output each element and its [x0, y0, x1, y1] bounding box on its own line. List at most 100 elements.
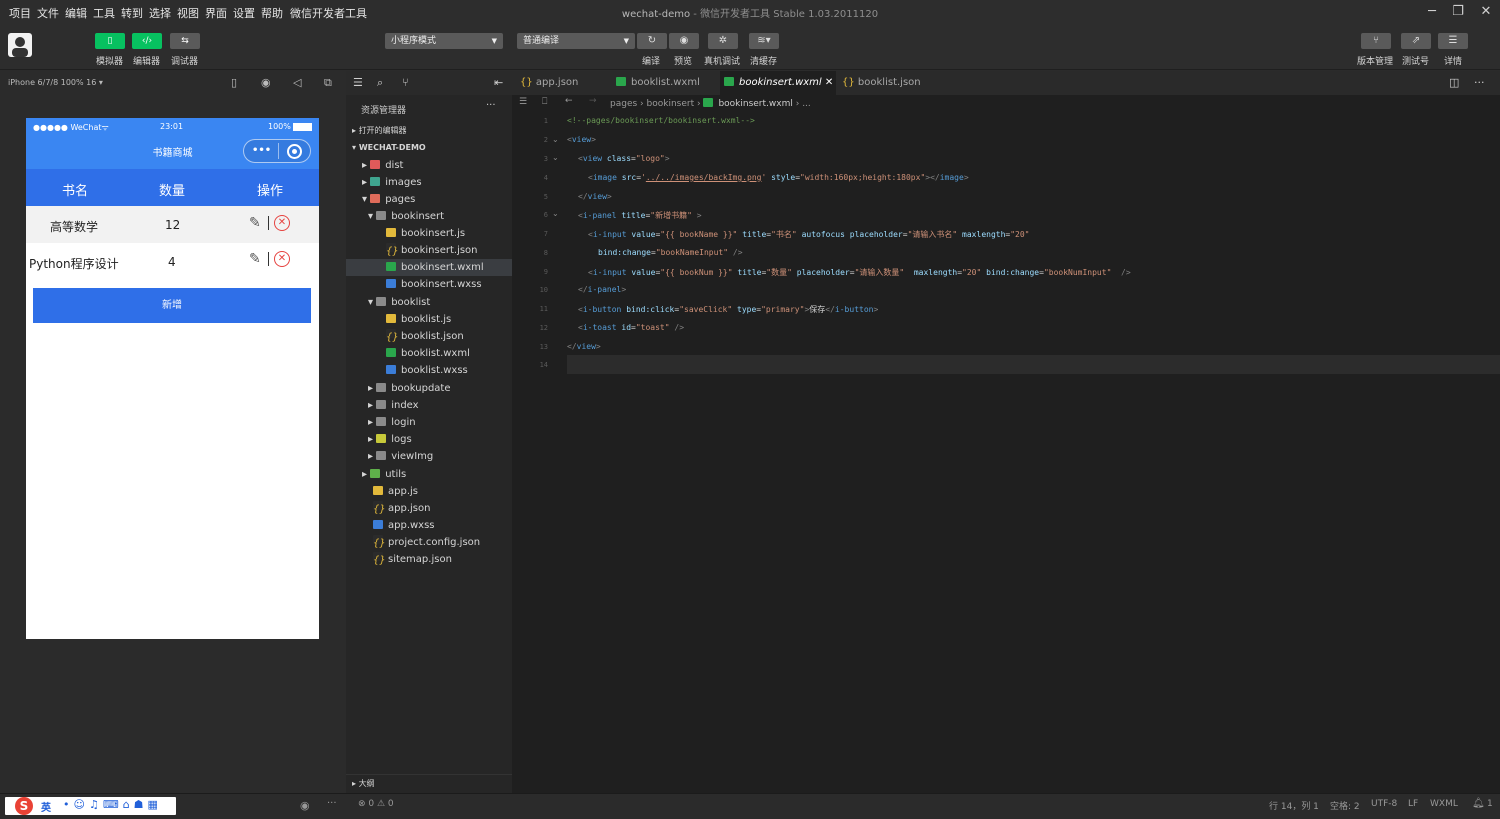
bell-icon[interactable]: 🔔︎ — [1472, 798, 1485, 809]
details-button[interactable]: ☰ — [1438, 33, 1468, 49]
phone-icon[interactable]: ▯ — [231, 76, 237, 89]
mode-select[interactable]: 小程序模式 ▼ — [385, 33, 503, 49]
avatar[interactable] — [8, 33, 32, 57]
simulator-header: iPhone 6/7/8 100% 16 ▾ ▯ ◉ ◁ ⧉ — [0, 71, 345, 95]
delete-icon[interactable]: ✕ — [274, 215, 290, 231]
sogou-icon[interactable]: S — [15, 797, 33, 815]
list-icon[interactable]: ☰ — [519, 97, 527, 107]
more-icon[interactable]: ••• — [252, 145, 271, 156]
problems-count[interactable]: ⊗ 0 ⚠ 0 — [358, 799, 394, 809]
add-button[interactable]: 新增 — [33, 288, 311, 323]
close-icon[interactable]: ✕ — [1476, 3, 1496, 21]
tab-booklist-json[interactable]: {} booklist.json — [836, 71, 936, 95]
popout-icon[interactable]: ⧉ — [324, 76, 332, 90]
compile-button[interactable]: ↻ — [637, 33, 667, 49]
forward-icon[interactable]: → — [589, 96, 597, 106]
tab-bookinsert-wxml[interactable]: bookinsert.wxml ✕ — [720, 71, 836, 95]
tree-item-logs[interactable]: ▸ logs — [346, 431, 512, 448]
tree-item-project-config[interactable]: {} project.config.json — [346, 534, 512, 551]
split-editor-icon[interactable]: ◫ — [1449, 76, 1459, 89]
tree-item-images[interactable]: ▸ images — [346, 174, 512, 191]
tree-item-bookinsert-wxss[interactable]: bookinsert.wxss — [346, 276, 512, 293]
simulator-toggle[interactable]: ▯ — [95, 33, 125, 49]
language-mode[interactable]: WXML — [1430, 799, 1458, 809]
cursor-position[interactable]: 行 14，列 1 — [1269, 799, 1319, 812]
project-section[interactable]: ▾ WECHAT-DEMO — [346, 139, 512, 156]
editor-toggle[interactable]: ‹/› — [132, 33, 162, 49]
restore-icon[interactable]: ❐ — [1448, 3, 1468, 21]
edit-icon[interactable]: ✎ — [249, 215, 261, 231]
more-icon[interactable]: ··· — [486, 100, 496, 111]
tree-item-index[interactable]: ▸ index — [346, 397, 512, 414]
preview-button[interactable]: ◉ — [669, 33, 699, 49]
tree-item-viewimg[interactable]: ▸ viewImg — [346, 448, 512, 465]
minimize-icon[interactable]: ─ — [1422, 3, 1442, 21]
menu-bar: 项目 文件 编辑 工具 转到 选择 视图 界面 设置 帮助 微信开发者工具 we… — [0, 0, 1500, 24]
sound-icon[interactable]: ◁ — [293, 76, 301, 89]
preview-label: 预览 — [674, 57, 693, 67]
more-icon[interactable]: ··· — [327, 798, 337, 809]
fold-icon: ⌄ — [552, 153, 559, 162]
indent-setting[interactable]: 空格: 2 — [1330, 799, 1360, 812]
eol[interactable]: LF — [1408, 799, 1418, 809]
tree-item-booklist-wxml[interactable]: booklist.wxml — [346, 345, 512, 362]
tree-item-app-json[interactable]: {} app.json — [346, 500, 512, 517]
clearcache-label: 清缓存 — [750, 57, 778, 67]
compile-select[interactable]: 普通编译 ▼ — [517, 33, 635, 49]
list-icon[interactable]: ☰ — [353, 76, 363, 89]
fold-icon: ⌄ — [552, 135, 559, 144]
tree-item-booklist-json[interactable]: {} booklist.json — [346, 328, 512, 345]
more-icon[interactable]: ··· — [1474, 76, 1485, 89]
tree-item-bookupdate[interactable]: ▸ bookupdate — [346, 380, 512, 397]
collapse-icon[interactable]: ⇤ — [494, 76, 503, 89]
search-icon[interactable]: ⌕ — [377, 76, 383, 90]
tree-item-booklist-js[interactable]: booklist.js — [346, 311, 512, 328]
book-count: 4 — [168, 255, 176, 269]
ime-lang[interactable]: 英 — [41, 799, 51, 814]
device-select[interactable]: iPhone 6/7/8 100% 16 ▾ — [8, 78, 103, 87]
eye-icon[interactable]: ◉ — [300, 799, 310, 812]
tab-booklist-wxml[interactable]: booklist.wxml — [612, 71, 720, 95]
header-count: 数量 — [159, 184, 186, 199]
bookmark-icon[interactable]: ⎕ — [542, 97, 547, 107]
version-button[interactable]: ⑂ — [1361, 33, 1391, 49]
table-row: 高等数学 12 ✎ ✕ — [26, 206, 319, 243]
tree-item-bookinsert[interactable]: ▾ bookinsert — [346, 208, 512, 225]
open-editors-section[interactable]: ▸ 打开的编辑器 — [346, 122, 512, 139]
tree-item-booklist-wxss[interactable]: booklist.wxss — [346, 362, 512, 379]
git-icon[interactable]: ⑂ — [402, 76, 409, 89]
tree-item-dist[interactable]: ▸ dist — [346, 157, 512, 174]
tree-item-login[interactable]: ▸ login — [346, 414, 512, 431]
tree-item-booklist[interactable]: ▾ booklist — [346, 294, 512, 311]
ime-tools-icons[interactable]: •☺♫⌨⌂☗▦ — [63, 798, 162, 811]
edit-icon[interactable]: ✎ — [249, 251, 261, 267]
tab-app-json[interactable]: {} app.json — [512, 71, 612, 95]
back-icon[interactable]: ← — [565, 96, 573, 106]
encoding[interactable]: UTF-8 — [1371, 799, 1397, 809]
mode-select-value: 小程序模式 — [391, 36, 437, 46]
debugger-toggle[interactable]: ⇆ — [170, 33, 200, 49]
json-icon: {} — [520, 77, 533, 88]
tree-item-sitemap[interactable]: {} sitemap.json — [346, 551, 512, 568]
tree-item-bookinsert-js[interactable]: bookinsert.js — [346, 225, 512, 242]
delete-icon[interactable]: ✕ — [274, 251, 290, 267]
tree-item-bookinsert-json[interactable]: {} bookinsert.json — [346, 242, 512, 259]
close-miniprogram-icon[interactable] — [287, 144, 302, 159]
tree-item-app-wxss[interactable]: app.wxss — [346, 517, 512, 534]
tree-item-bookinsert-wxml[interactable]: bookinsert.wxml — [346, 259, 512, 276]
tree-item-pages[interactable]: ▾ pages — [346, 191, 512, 208]
outline-section[interactable]: ▸ 大纲 — [346, 774, 512, 791]
breadcrumb: ☰ ⎕ ← → pages › bookinsert › bookinsert.… — [512, 95, 1500, 113]
code-icon: ‹/› — [141, 36, 153, 46]
chevron-right-icon: ▸ — [352, 779, 357, 788]
table-row: Python程序设计 4 ✎ ✕ — [26, 243, 319, 280]
toolbar: ▯ ‹/› ⇆ 模拟器 编辑器 调试器 小程序模式 ▼ 普通编译 ▼ ↻ ◉ ✲ ≋… — [0, 24, 1500, 70]
realdevice-button[interactable]: ✲ — [708, 33, 738, 49]
tree-item-app-js[interactable]: app.js — [346, 483, 512, 500]
testid-button[interactable]: ⇗ — [1401, 33, 1431, 49]
clearcache-button[interactable]: ≋▾ — [749, 33, 779, 49]
tree-item-utils[interactable]: ▸ utils — [346, 466, 512, 483]
record-icon[interactable]: ◉ — [261, 76, 271, 89]
wifi-icon: ᯤ — [101, 123, 109, 132]
compile-label: 编译 — [642, 57, 661, 67]
